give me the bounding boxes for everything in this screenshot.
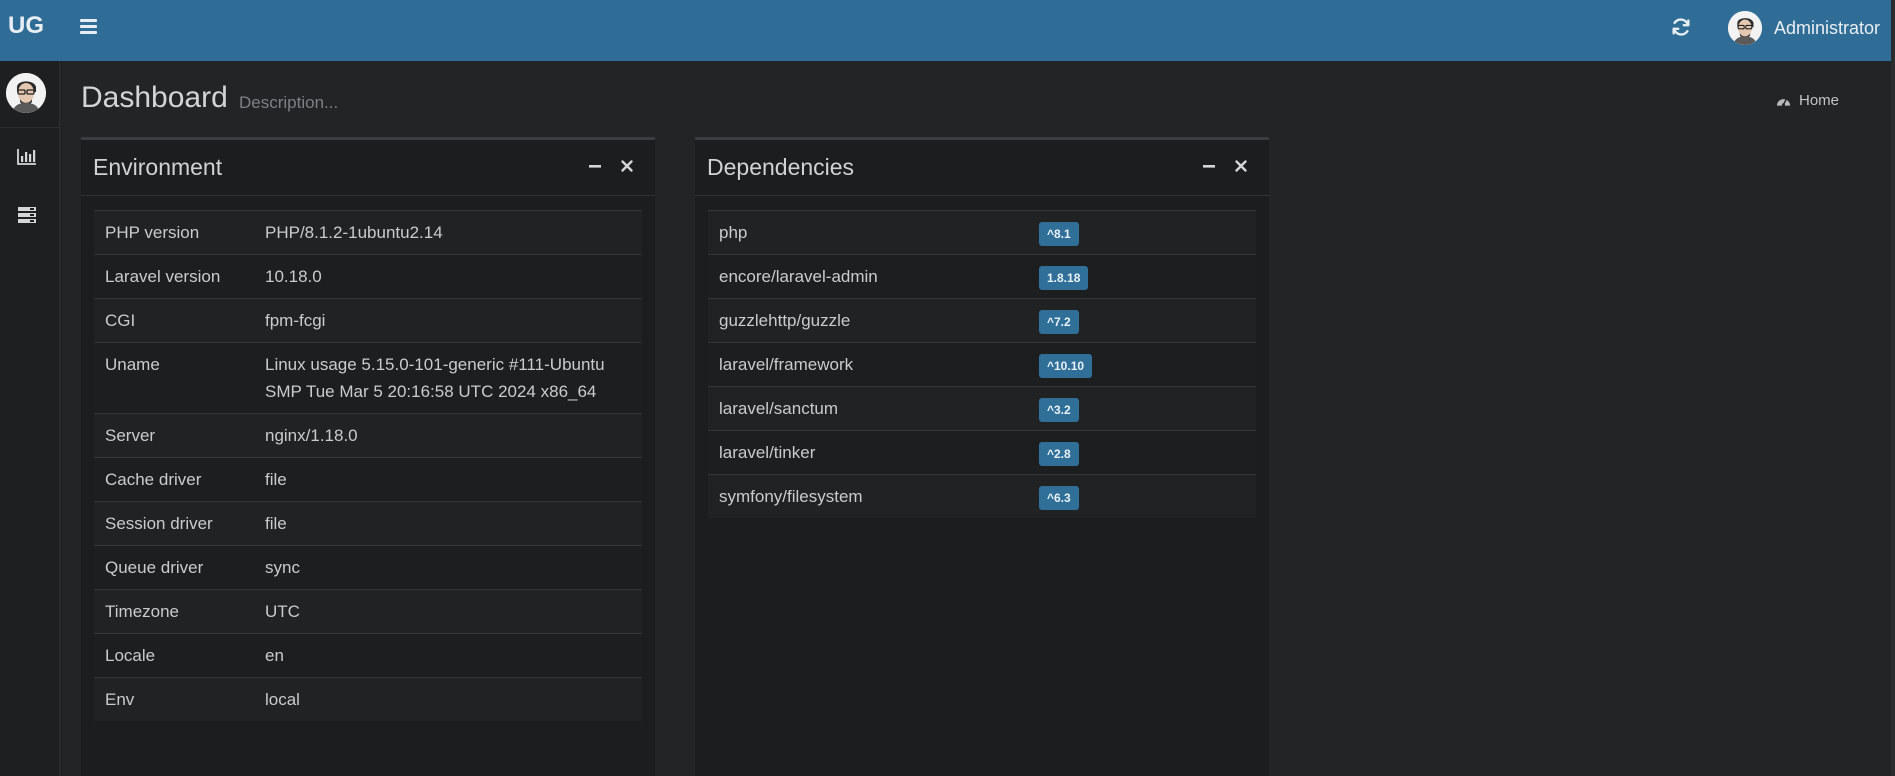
version-badge: ^6.3 [1039, 486, 1079, 510]
environment-key: Locale [94, 633, 254, 678]
environment-title: Environment [93, 154, 223, 180]
dependency-name: encore/laravel-admin [708, 254, 1028, 299]
dependency-version-cell: ^3.2 [1028, 386, 1256, 431]
environment-row: CGI fpm-fcgi [94, 298, 642, 343]
environment-key: Queue driver [94, 545, 254, 590]
user-menu[interactable]: Administrator [1728, 10, 1880, 46]
close-icon[interactable] [1233, 158, 1249, 174]
environment-value: file [254, 501, 642, 546]
environment-value: file [254, 457, 642, 502]
minimize-icon[interactable] [1201, 158, 1217, 174]
environment-value: en [254, 633, 642, 678]
environment-key: CGI [94, 298, 254, 343]
breadcrumb[interactable]: Home [1776, 92, 1839, 109]
environment-key: Timezone [94, 589, 254, 634]
dependency-name: laravel/sanctum [708, 386, 1028, 431]
dependency-row: laravel/tinker ^2.8 [708, 430, 1256, 475]
bar-chart-icon[interactable] [16, 147, 38, 167]
environment-row: Queue driver sync [94, 545, 642, 590]
dependency-version-cell: ^6.3 [1028, 474, 1256, 518]
environment-row: Session driver file [94, 501, 642, 546]
version-badge: ^2.8 [1039, 442, 1079, 466]
environment-key: PHP version [94, 210, 254, 255]
environment-value: sync [254, 545, 642, 590]
dependency-row: laravel/sanctum ^3.2 [708, 386, 1256, 431]
environment-key: Uname [94, 342, 254, 414]
version-badge: ^10.10 [1039, 354, 1093, 378]
user-name: Administrator [1774, 17, 1881, 38]
environment-value: nginx/1.18.0 [254, 413, 642, 458]
sidebar-divider [0, 127, 60, 128]
dependency-row: symfony/filesystem ^6.3 [708, 474, 1256, 518]
environment-row: Timezone UTC [94, 589, 642, 634]
dependency-row: php ^8.1 [708, 210, 1256, 255]
dependencies-title: Dependencies [707, 154, 855, 180]
top-navbar: UG Administrator [0, 0, 1895, 61]
dependencies-box-header: Dependencies [695, 140, 1269, 196]
environment-value: 10.18.0 [254, 254, 642, 299]
environment-row: Cache driver file [94, 457, 642, 502]
page-scrollbar[interactable] [1891, 0, 1895, 776]
environment-key: Env [94, 677, 254, 721]
sidebar-avatar [6, 73, 46, 113]
sidebar-toggle-icon[interactable] [80, 19, 97, 34]
version-badge: ^8.1 [1039, 222, 1079, 246]
dependency-version-cell: ^10.10 [1028, 342, 1256, 387]
dependency-name: laravel/framework [708, 342, 1028, 387]
version-badge: ^7.2 [1039, 310, 1079, 334]
environment-box: Environment PHP version PHP/8.1.2-1ubuntu… [81, 137, 655, 776]
breadcrumb-home[interactable]: Home [1799, 92, 1839, 109]
user-avatar [1728, 11, 1762, 45]
dashboard-icon [1776, 98, 1791, 107]
dependency-name: laravel/tinker [708, 430, 1028, 475]
environment-value: fpm-fcgi [254, 298, 642, 343]
environment-key: Session driver [94, 501, 254, 546]
environment-row: Env local [94, 677, 642, 721]
environment-row: Laravel version 10.18.0 [94, 254, 642, 299]
server-icon[interactable] [16, 205, 38, 225]
environment-value: UTC [254, 589, 642, 634]
dependencies-table: php ^8.1 encore/laravel-admin 1.8.18 guzzleh… [708, 210, 1256, 518]
dependency-name: symfony/filesystem [708, 474, 1028, 518]
dependencies-box: Dependencies php ^8.1 encore/laravel-admin… [695, 137, 1269, 776]
dependency-row: laravel/framework ^10.10 [708, 342, 1256, 387]
environment-row: PHP version PHP/8.1.2-1ubuntu2.14 [94, 210, 642, 255]
minimize-icon[interactable] [587, 158, 603, 174]
close-icon[interactable] [619, 158, 635, 174]
version-badge: ^3.2 [1039, 398, 1079, 422]
dependency-version-cell: ^8.1 [1028, 210, 1256, 255]
dependency-version-cell: ^7.2 [1028, 298, 1256, 343]
environment-box-header: Environment [81, 140, 655, 196]
environment-value: local [254, 677, 642, 721]
version-badge: 1.8.18 [1039, 266, 1089, 290]
environment-key: Cache driver [94, 457, 254, 502]
page-title: Dashboard [81, 81, 228, 114]
page-description: Description... [239, 93, 339, 112]
environment-key: Server [94, 413, 254, 458]
refresh-icon[interactable] [1670, 16, 1692, 38]
environment-row: Locale en [94, 633, 642, 678]
environment-table: PHP version PHP/8.1.2-1ubuntu2.14 Laravel … [94, 210, 642, 721]
dependency-name: php [708, 210, 1028, 255]
dependency-name: guzzlehttp/guzzle [708, 298, 1028, 343]
dependency-version-cell: 1.8.18 [1028, 254, 1256, 299]
environment-row: Server nginx/1.18.0 [94, 413, 642, 458]
sidebar [0, 61, 60, 776]
environment-key: Laravel version [94, 254, 254, 299]
environment-value: Linux usage 5.15.0-101-generic #111-Ubun… [254, 342, 642, 414]
environment-row: Uname Linux usage 5.15.0-101-generic #111… [94, 342, 642, 414]
app-logo[interactable]: UG [8, 12, 44, 40]
environment-value: PHP/8.1.2-1ubuntu2.14 [254, 210, 642, 255]
dependency-row: encore/laravel-admin 1.8.18 [708, 254, 1256, 299]
dependency-version-cell: ^2.8 [1028, 430, 1256, 475]
dependency-row: guzzlehttp/guzzle ^7.2 [708, 298, 1256, 343]
